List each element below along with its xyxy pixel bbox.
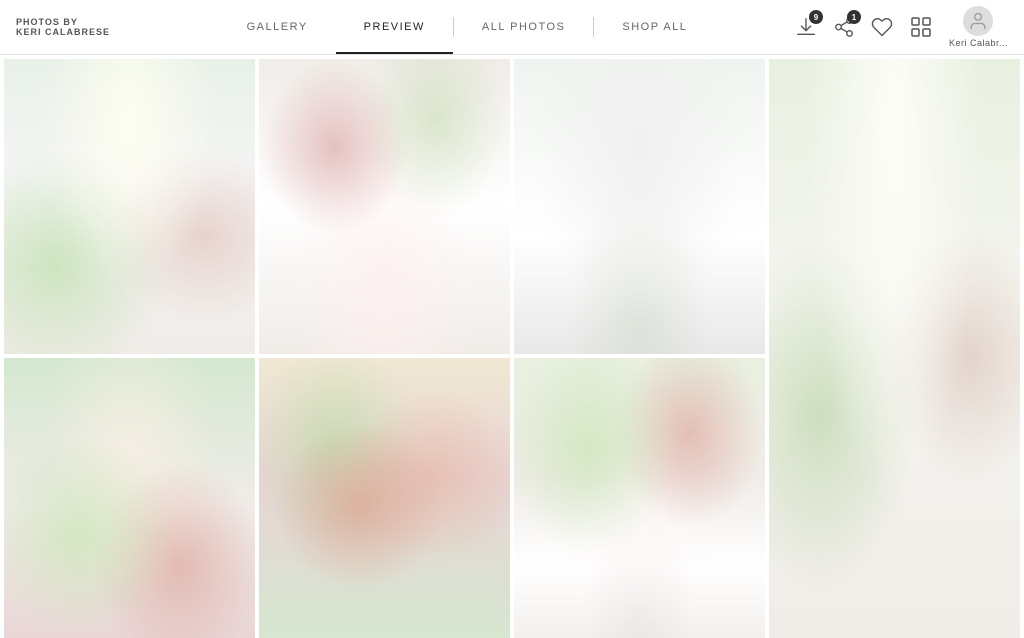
photo-7[interactable]: [514, 358, 765, 638]
brand-logo[interactable]: PHOTOS BY KERI CALABRESE: [16, 17, 146, 37]
brand-line2: KERI CALABRESE: [16, 27, 146, 37]
nav-gallery[interactable]: GALLERY: [219, 0, 336, 54]
cart-icon: [909, 15, 933, 39]
header: PHOTOS BY KERI CALABRESE GALLERY PREVIEW…: [0, 0, 1024, 55]
favorite-button[interactable]: [871, 16, 893, 38]
header-actions: 9 1: [788, 6, 1008, 48]
photo-4-image: [769, 59, 1020, 638]
heart-icon: [871, 16, 893, 38]
photo-4[interactable]: [769, 59, 1020, 638]
download-button[interactable]: 9: [795, 16, 817, 38]
photo-5[interactable]: [4, 358, 255, 638]
photo-3[interactable]: [514, 59, 765, 354]
nav-preview[interactable]: PREVIEW: [336, 0, 453, 54]
brand-line1: PHOTOS BY: [16, 17, 146, 27]
photo-1[interactable]: [4, 59, 255, 354]
cart-button[interactable]: [909, 15, 933, 39]
user-name: Keri Calabr...: [949, 38, 1008, 48]
user-icon: [968, 11, 988, 31]
photo-2[interactable]: [259, 59, 510, 354]
nav-all-photos[interactable]: ALL PHOTOS: [454, 0, 593, 54]
photo-gallery: [0, 55, 1024, 638]
photo-6[interactable]: [259, 358, 510, 638]
photo-1-image: [4, 59, 255, 354]
photo-7-image: [514, 358, 765, 638]
share-badge: 1: [847, 10, 861, 24]
photo-3-image: [514, 59, 765, 354]
share-button[interactable]: 1: [833, 16, 855, 38]
avatar: [963, 6, 993, 36]
download-badge: 9: [809, 10, 823, 24]
photo-2-image: [259, 59, 510, 354]
photo-6-image: [259, 358, 510, 638]
user-profile[interactable]: Keri Calabr...: [949, 6, 1008, 48]
main-nav: GALLERY PREVIEW ALL PHOTOS SHOP ALL: [146, 0, 788, 54]
photo-5-image: [4, 358, 255, 638]
nav-shop-all[interactable]: SHOP ALL: [594, 0, 715, 54]
